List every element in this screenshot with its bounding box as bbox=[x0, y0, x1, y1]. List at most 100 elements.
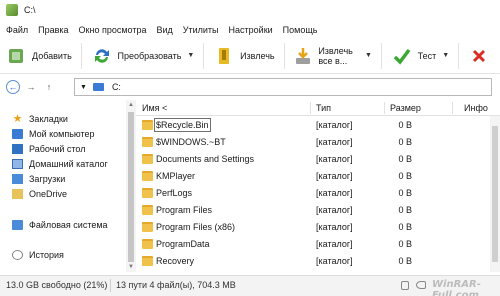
file-type: [каталог] bbox=[316, 188, 353, 198]
test-label: Тест bbox=[417, 50, 437, 61]
status-bar: 13.0 GB свободно (21%) 13 пути 4 файл(ы)… bbox=[0, 275, 500, 296]
scrollbar-thumb[interactable] bbox=[128, 112, 134, 262]
file-type: [каталог] bbox=[316, 171, 353, 181]
star-icon: ★ bbox=[12, 113, 23, 125]
extract-label: Извлечь bbox=[240, 50, 275, 61]
scrollbar-thumb[interactable] bbox=[492, 126, 498, 262]
menu-tools[interactable]: Утилиты bbox=[179, 25, 223, 35]
folder-icon bbox=[142, 205, 153, 215]
menu-file[interactable]: Файл bbox=[2, 25, 32, 35]
convert-dropdown-icon[interactable]: ▼ bbox=[187, 52, 194, 59]
sidebar-bookmarks-label: Закладки bbox=[29, 114, 68, 124]
extract-button[interactable]: Извлечь bbox=[208, 41, 280, 71]
convert-button[interactable]: Преобразовать ▼ bbox=[86, 41, 200, 71]
status-divider bbox=[110, 279, 111, 292]
checkmark-icon bbox=[391, 45, 413, 67]
table-row[interactable]: PerfLogs [каталог] 0 B bbox=[136, 185, 500, 201]
file-name: ProgramData bbox=[156, 239, 210, 249]
folder-icon bbox=[142, 154, 153, 164]
sidebar-item-downloads[interactable]: Загрузки bbox=[12, 172, 65, 186]
file-type: [каталог] bbox=[316, 256, 353, 266]
add-archive-icon bbox=[5, 45, 27, 67]
folder-icon bbox=[142, 171, 153, 181]
file-type: [каталог] bbox=[316, 137, 353, 147]
column-name-header[interactable]: Имя < bbox=[142, 103, 167, 113]
test-button[interactable]: Тест ▼ bbox=[386, 41, 455, 71]
lock-icon bbox=[401, 281, 409, 290]
file-name: Documents and Settings bbox=[156, 154, 255, 164]
file-name: Recovery bbox=[156, 256, 195, 266]
column-type-header[interactable]: Тип bbox=[316, 103, 331, 113]
toolbar-divider bbox=[458, 42, 459, 69]
file-name: Program Files (x86) bbox=[156, 222, 236, 232]
sidebar-history[interactable]: История bbox=[12, 248, 64, 262]
menu-view-window[interactable]: Окно просмотра bbox=[75, 25, 151, 35]
summary-text: 13 пути 4 файл(ы), 704.3 MB bbox=[116, 280, 236, 290]
sidebar: ★ Закладки Мой компьютер Рабочий стол До… bbox=[0, 100, 126, 272]
column-divider[interactable] bbox=[452, 102, 453, 114]
folder-icon bbox=[142, 188, 153, 198]
path-text: C: bbox=[111, 82, 121, 92]
column-size-header[interactable]: Размер bbox=[390, 103, 421, 113]
path-input[interactable]: ▼ C: bbox=[74, 78, 492, 96]
sidebar-item-onedrive[interactable]: OneDrive bbox=[12, 187, 67, 201]
filesystem-icon bbox=[12, 220, 23, 230]
up-arrow-icon[interactable]: ↑ bbox=[42, 80, 56, 94]
file-size: 0 B bbox=[398, 120, 412, 130]
extract-all-label: Извлечь все в... bbox=[318, 45, 353, 66]
column-header: Имя < Тип Размер Инфо bbox=[136, 100, 500, 116]
delete-button[interactable] bbox=[463, 41, 500, 71]
toolbar-divider bbox=[203, 42, 205, 69]
file-size: 0 B bbox=[398, 222, 412, 232]
onedrive-folder-icon bbox=[12, 189, 23, 199]
file-name: $Recycle.Bin bbox=[154, 118, 211, 132]
table-row[interactable]: Recovery [каталог] 0 B bbox=[136, 253, 500, 269]
menu-settings[interactable]: Настройки bbox=[225, 25, 277, 35]
menu-view[interactable]: Вид bbox=[152, 25, 176, 35]
sidebar-bookmarks[interactable]: ★ Закладки bbox=[12, 112, 68, 126]
table-row[interactable]: $WINDOWS.~BT [каталог] 0 B bbox=[136, 134, 500, 150]
folder-icon bbox=[142, 222, 153, 232]
file-type: [каталог] bbox=[316, 239, 353, 249]
convert-label: Преобразовать bbox=[117, 50, 182, 61]
free-space-text: 13.0 GB свободно (21%) bbox=[6, 280, 108, 290]
table-row[interactable]: $Recycle.Bin [каталог] 0 B bbox=[136, 117, 500, 133]
scroll-up-icon[interactable]: ▲ bbox=[128, 102, 134, 108]
toolbar-divider bbox=[380, 42, 382, 69]
sidebar-item-label: Загрузки bbox=[29, 174, 66, 184]
home-folder-icon bbox=[12, 159, 23, 169]
table-row[interactable]: KMPlayer [каталог] 0 B bbox=[136, 168, 500, 184]
forward-arrow-icon[interactable]: → bbox=[24, 80, 38, 94]
sidebar-item-home[interactable]: Домашний каталог bbox=[12, 157, 108, 171]
table-row[interactable]: ProgramData [каталог] 0 B bbox=[136, 236, 500, 252]
table-row[interactable]: Program Files (x86) [каталог] 0 B bbox=[136, 219, 500, 235]
window-title: C:\ bbox=[24, 5, 36, 15]
add-button[interactable]: Добавить bbox=[0, 41, 77, 71]
sidebar-history-label: История bbox=[29, 250, 64, 260]
file-list: Имя < Тип Размер Инфо $Recycle.Bin [ката… bbox=[136, 100, 500, 272]
file-type: [каталог] bbox=[316, 205, 353, 215]
sidebar-item-my-computer[interactable]: Мой компьютер bbox=[12, 127, 95, 141]
column-info-header[interactable]: Инфо bbox=[464, 103, 488, 113]
sidebar-filesystem[interactable]: Файловая система bbox=[12, 218, 108, 232]
test-dropdown-icon[interactable]: ▼ bbox=[442, 52, 449, 59]
scroll-down-icon[interactable]: ▼ bbox=[128, 264, 134, 270]
column-divider[interactable] bbox=[384, 102, 385, 114]
file-name: PerfLogs bbox=[156, 188, 193, 198]
menu-edit[interactable]: Правка bbox=[34, 25, 72, 35]
table-row[interactable]: Documents and Settings [каталог] 0 B bbox=[136, 151, 500, 167]
extract-all-button[interactable]: Извлечь все в... ▼ bbox=[288, 41, 377, 71]
file-list-scrollbar[interactable] bbox=[490, 116, 500, 272]
file-type: [каталог] bbox=[316, 222, 353, 232]
folder-icon bbox=[142, 256, 153, 266]
path-dropdown-icon[interactable]: ▼ bbox=[80, 84, 87, 91]
back-arrow-icon[interactable]: ← bbox=[6, 80, 20, 94]
sidebar-scrollbar[interactable]: ▲ ▼ bbox=[126, 100, 136, 272]
menu-help[interactable]: Помощь bbox=[279, 25, 322, 35]
file-size: 0 B bbox=[398, 137, 412, 147]
extract-all-dropdown-icon[interactable]: ▼ bbox=[365, 52, 372, 59]
column-divider[interactable] bbox=[310, 102, 311, 114]
sidebar-filesystem-label: Файловая система bbox=[29, 220, 108, 230]
table-row[interactable]: Program Files [каталог] 0 B bbox=[136, 202, 500, 218]
sidebar-item-desktop[interactable]: Рабочий стол bbox=[12, 142, 86, 156]
